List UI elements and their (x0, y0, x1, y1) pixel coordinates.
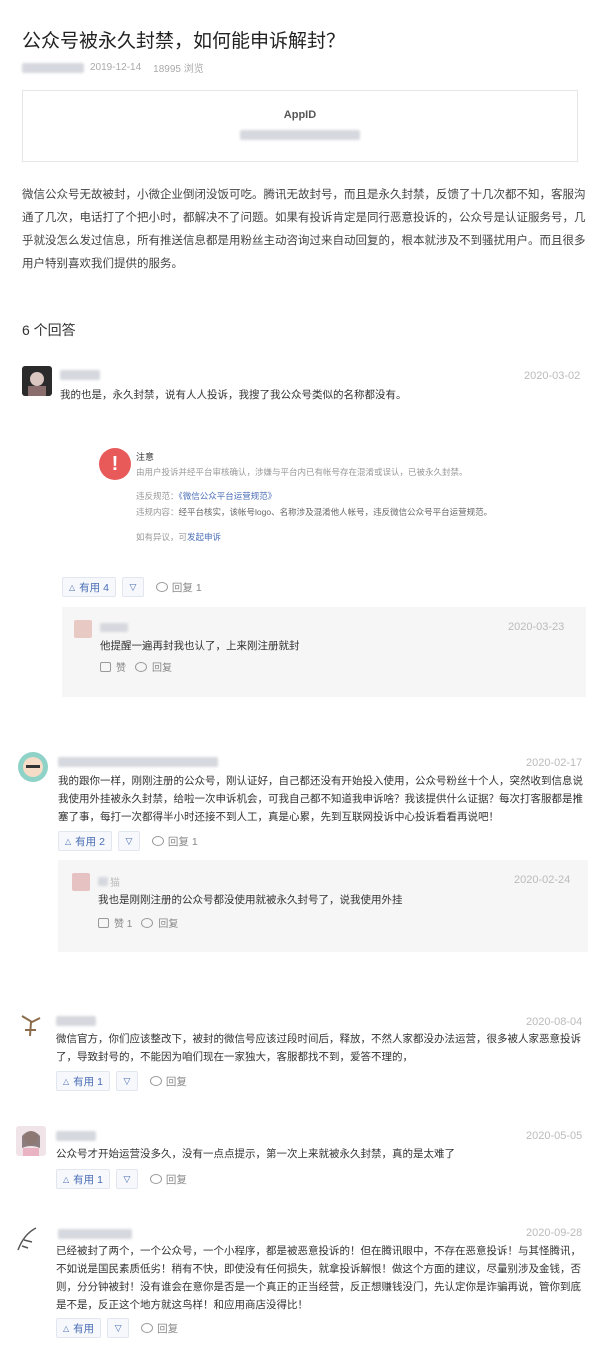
author-name[interactable] (22, 62, 84, 73)
reply-username[interactable] (100, 623, 128, 632)
reply-box: 2020-03-23 他提醒一遍再封我也认了，上来刚注册就封 赞 回复 (62, 607, 586, 697)
answer-text: 我的跟你一样，刚刚注册的公众号，刚认证好，自己都还没有开始投入使用，公众号粉丝十… (58, 775, 583, 823)
avatar-sketch-icon (21, 1015, 41, 1037)
triangle-down-icon: ▽ (123, 1173, 131, 1184)
violation-notice-image: ! 注意 由用户投诉并经平台审核确认，涉嫌与平台内已有帐号存在混淆或误认，已被永… (92, 440, 562, 550)
comment-icon (141, 1323, 154, 1333)
notice-rule: 违反规范：《微信公众平台运营规范》 (136, 491, 277, 501)
not-useful-button[interactable]: ▽ (107, 1318, 130, 1338)
question-date: 2019-12-14 (90, 62, 142, 73)
question-meta: 2019-12-14 18995 浏览 (22, 60, 204, 75)
avatar[interactable] (16, 1010, 46, 1040)
reply-button[interactable]: 回复 (141, 1321, 178, 1336)
username[interactable] (56, 1016, 96, 1026)
comment-icon (151, 836, 164, 846)
question-description: 微信公众号无故被封，小微企业倒闭没饭可吃。腾讯无故封号，而且是永久封禁，反馈了十… (22, 189, 586, 270)
not-useful-button[interactable]: ▽ (117, 831, 140, 851)
comment-icon (141, 917, 154, 928)
warning-icon: ! (99, 448, 131, 480)
reply-button[interactable]: 回复 (149, 1172, 187, 1187)
reply-button[interactable]: 回复 (149, 1074, 187, 1089)
useful-button[interactable]: △ 有用 1 (56, 1169, 110, 1189)
avatar-sketch-icon (17, 1227, 37, 1251)
answer-date: 2020-08-04 (526, 1016, 583, 1028)
triangle-up-icon: △ (63, 1076, 70, 1086)
avatar[interactable] (22, 366, 52, 396)
answer-actions: △ 有用 1 ▽ 回复 (56, 1169, 187, 1189)
avatar-photo-icon (22, 1131, 40, 1156)
comment-icon (135, 661, 147, 672)
avatar[interactable] (16, 1126, 46, 1156)
reply-avatar[interactable] (74, 620, 92, 638)
question-views: 18995 浏览 (153, 64, 204, 75)
rule-link[interactable]: 《微信公众平台运营规范》 (179, 491, 277, 501)
username[interactable] (60, 370, 100, 380)
answers-count: 6 个回答 (22, 322, 76, 338)
answer-actions: △ 有用 1 ▽ 回复 (56, 1071, 187, 1091)
answer-date: 2020-05-05 (526, 1130, 583, 1142)
comment-icon (155, 582, 168, 592)
answer-actions: △ 有用 ▽ 回复 (56, 1318, 178, 1338)
not-useful-button[interactable]: ▽ (121, 577, 144, 597)
reply-like-button[interactable]: 赞 1 (114, 915, 132, 930)
notice-heading: 注意 (136, 452, 155, 462)
triangle-up-icon: △ (63, 1323, 70, 1333)
triangle-down-icon: ▽ (114, 1322, 122, 1333)
reply-button[interactable]: 回复 1 (151, 834, 198, 849)
reply-like-button[interactable]: 赞 (116, 659, 126, 674)
answer-text: 我的也是，永久封禁，说有人人投诉，我搜了我公众号类似的名称都没有。 (60, 389, 407, 401)
useful-button[interactable]: △ 有用 1 (56, 1071, 110, 1091)
reply-text: 我也是刚刚注册的公众号都没使用就被永久封号了，说我使用外挂 (98, 894, 403, 906)
answer-date: 2020-09-28 (526, 1227, 583, 1239)
notice-text: 由用户投诉并经平台审核确认，涉嫌与平台内已有帐号存在混淆或误认，已被永久封禁。 (136, 467, 468, 477)
username[interactable] (58, 1229, 132, 1239)
thumbs-up-icon[interactable] (98, 917, 109, 928)
avatar[interactable] (14, 1224, 44, 1254)
reply-button[interactable]: 回复 1 (155, 580, 202, 595)
answer-text: 公众号才开始运营没多久，没有一点点提示，第一次上来就被永久封禁，真的是太难了 (56, 1148, 455, 1160)
reply-username[interactable]: 猫 (98, 874, 120, 889)
answer-text: 已经被封了两个，一个公众号，一个小程序，都是被恶意投诉的！但在腾讯眼中，不存在恶… (56, 1245, 581, 1311)
avatar-photo-icon (28, 372, 46, 396)
reply-box: 猫 2020-02-24 我也是刚刚注册的公众号都没使用就被永久封号了，说我使用… (58, 860, 588, 952)
reply-reply-button[interactable]: 回复 (152, 659, 172, 674)
notice-appeal: 如有异议，可发起申诉 (136, 532, 222, 542)
appeal-link[interactable]: 发起申诉 (187, 532, 221, 542)
avatar-cartoon-icon (23, 757, 43, 777)
triangle-down-icon: ▽ (129, 581, 137, 592)
answer-text: 微信官方，你们应该整改下，被封的微信号应该过段时间后，释放，不然人家都没办法运营… (56, 1033, 581, 1063)
comment-icon (149, 1076, 162, 1086)
username[interactable] (58, 757, 218, 767)
useful-button[interactable]: △ 有用 2 (58, 831, 112, 851)
answer-date: 2020-03-02 (524, 370, 581, 382)
question-title: 公众号被永久封禁，如何能申诉解封？ (22, 31, 346, 52)
triangle-up-icon: △ (65, 836, 72, 846)
comment-icon (149, 1174, 162, 1184)
reply-avatar[interactable] (72, 873, 90, 891)
username[interactable] (56, 1131, 96, 1141)
triangle-up-icon: △ (69, 582, 76, 592)
not-useful-button[interactable]: ▽ (115, 1071, 138, 1091)
appid-value (240, 130, 360, 140)
useful-button[interactable]: △ 有用 (56, 1318, 102, 1338)
useful-button[interactable]: △ 有用 4 (62, 577, 116, 597)
triangle-down-icon: ▽ (123, 1075, 131, 1086)
appid-label: AppID (283, 109, 317, 121)
thumbs-up-icon[interactable] (100, 661, 111, 672)
answer-actions: △ 有用 4 ▽ 回复 1 (62, 577, 202, 597)
reply-date: 2020-02-24 (514, 874, 571, 886)
reply-date: 2020-03-23 (508, 621, 565, 633)
not-useful-button[interactable]: ▽ (115, 1169, 138, 1189)
appid-box: AppID (22, 90, 578, 162)
reply-text: 他提醒一遍再封我也认了，上来刚注册就封 (100, 640, 300, 652)
notice-content: 违规内容：经平台核实，该帐号logo、名称涉及混淆他人帐号，违反微信公众号平台运… (136, 507, 493, 517)
answer-actions: △ 有用 2 ▽ 回复 1 (58, 831, 198, 851)
triangle-up-icon: △ (63, 1174, 70, 1184)
avatar[interactable] (18, 752, 48, 782)
triangle-down-icon: ▽ (125, 835, 133, 846)
reply-reply-button[interactable]: 回复 (158, 915, 178, 930)
reply-actions: 赞 1 回复 (98, 915, 178, 930)
reply-actions: 赞 回复 (100, 659, 172, 674)
answer-date: 2020-02-17 (526, 757, 583, 769)
